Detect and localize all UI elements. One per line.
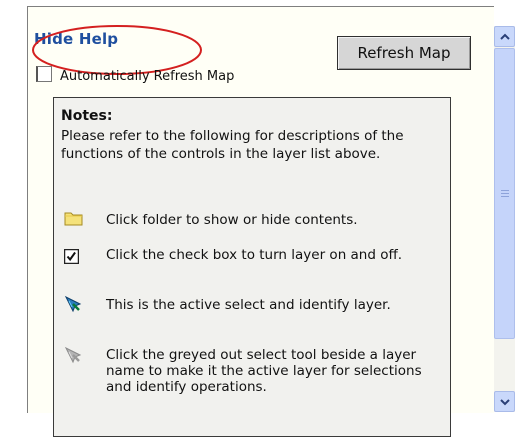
scroll-thumb[interactable] <box>494 48 515 339</box>
notes-heading: Notes: <box>61 108 113 124</box>
hide-help-link[interactable]: Hide Help <box>34 30 118 48</box>
notes-entry-text: Click folder to show or hide contents. <box>106 212 358 228</box>
scroll-down-button[interactable] <box>494 391 515 412</box>
notes-intro: Please refer to the following for descri… <box>61 128 404 162</box>
notes-entry-text: Click the greyed out select tool beside … <box>106 347 422 395</box>
auto-refresh-label: Automatically Refresh Map <box>60 69 235 84</box>
refresh-map-button[interactable]: Refresh Map <box>337 36 471 70</box>
active-select-tool-icon <box>64 295 82 317</box>
notes-entry-text: Click the check box to turn layer on and… <box>106 247 403 263</box>
folder-icon <box>64 210 84 230</box>
auto-refresh-checkbox[interactable] <box>36 66 52 82</box>
notes-box: Notes: Please refer to the following for… <box>53 97 451 437</box>
vertical-scrollbar[interactable] <box>494 26 515 412</box>
checkbox-checked-icon <box>63 248 80 268</box>
notes-entry-text: This is the active select and identify l… <box>106 297 391 313</box>
greyed-select-tool-icon <box>64 346 82 368</box>
chevron-up-icon <box>500 33 510 40</box>
chevron-down-icon <box>500 399 510 406</box>
scroll-up-button[interactable] <box>494 26 515 47</box>
help-panel: Hide Help Refresh Map Automatically Refr… <box>27 6 494 437</box>
scroll-thumb-grip <box>501 190 509 199</box>
